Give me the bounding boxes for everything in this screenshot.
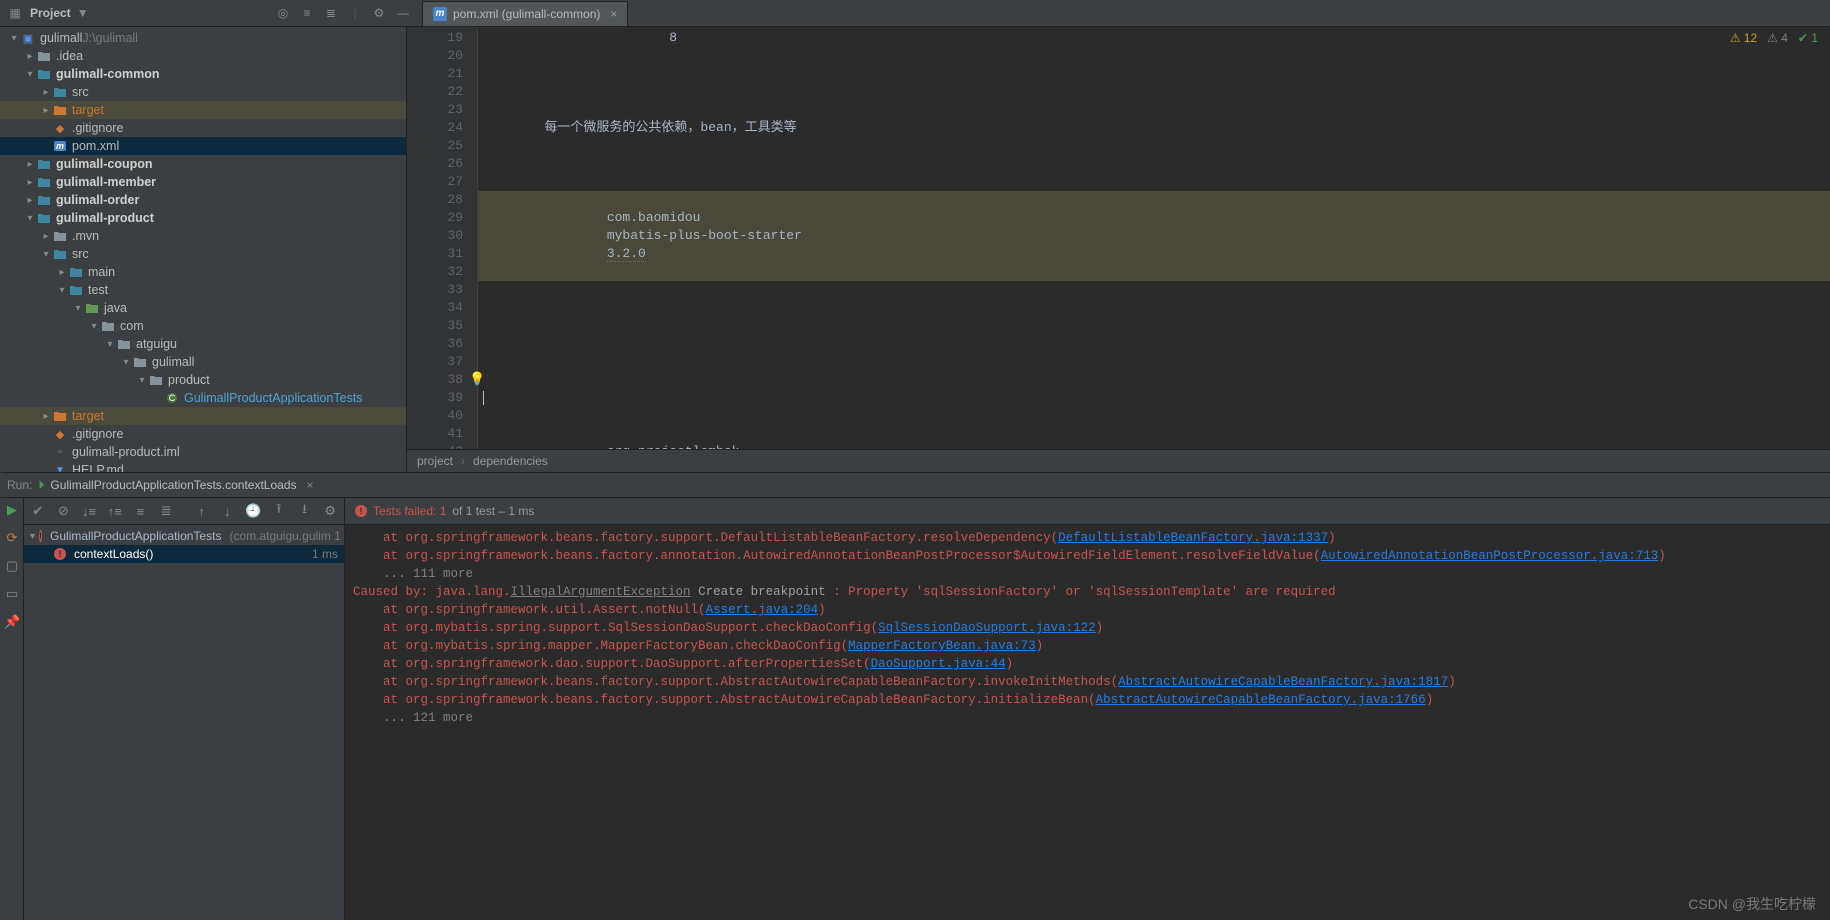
tree-node[interactable]: mpom.xml <box>0 137 406 155</box>
test-child[interactable]: ! contextLoads() 1 ms <box>24 545 344 563</box>
watermark: CSDN @我生吃柠檬 <box>1688 894 1816 914</box>
prev-icon[interactable]: ↑ <box>194 504 210 519</box>
typo-indicator[interactable]: ✔ 1 <box>1798 31 1818 45</box>
warning-indicator[interactable]: ⚠ 12 <box>1730 31 1757 45</box>
test-root[interactable]: ▾ ! GulimallProductApplicationTests (com… <box>24 527 344 545</box>
stacktrace[interactable]: at org.springframework.beans.factory.sup… <box>345 525 1830 731</box>
tree-node[interactable]: ▫gulimall-product.iml <box>0 443 406 461</box>
collapse-icon[interactable]: ≣ <box>158 503 174 519</box>
tree-node[interactable]: ▾atguigu <box>0 335 406 353</box>
editor-breadcrumb[interactable]: project › dependencies <box>407 449 1830 472</box>
tree-node[interactable]: ◆.gitignore <box>0 425 406 443</box>
show-passed-icon[interactable]: ✔ <box>30 503 46 519</box>
inspection-indicators[interactable]: ⚠ 12 ⚠ 4 ✔ 1 <box>1730 31 1818 45</box>
project-view-icon[interactable]: ▦ <box>6 4 24 22</box>
run-config-icon: ⏵ <box>38 478 44 493</box>
history-icon[interactable]: 🕘 <box>245 503 261 519</box>
run-left-toolbar: ▶ ⟳ ▢ ▭ 📌 <box>1 498 24 920</box>
tree-node[interactable]: ▸.idea <box>0 47 406 65</box>
tests-failed-label: Tests failed: 1 <box>373 504 446 518</box>
tree-node[interactable]: ▾product <box>0 371 406 389</box>
close-tab-icon[interactable]: × <box>610 7 617 21</box>
editor-gutter[interactable]: 1920212223242526272829303132333435363738… <box>407 27 478 449</box>
export-icon[interactable]: ⭱ <box>271 500 287 522</box>
sort-icon[interactable]: ↓≡ <box>81 504 97 519</box>
project-panel-title[interactable]: Project <box>30 6 71 20</box>
run-config-name[interactable]: GulimallProductApplicationTests.contextL… <box>50 478 296 492</box>
editor-code[interactable]: 8 每一个微服务的公共依赖，bean，工具类等 com.baomidou myb… <box>478 27 1830 449</box>
tree-node[interactable]: ▾com <box>0 317 406 335</box>
tree-node[interactable]: ▾▣gulimall J:\gulimall <box>0 29 406 47</box>
chevron-right-icon: › <box>461 454 465 468</box>
tree-node[interactable]: ▸target <box>0 407 406 425</box>
tree-node[interactable]: ▾gulimall-common <box>0 65 406 83</box>
tree-node[interactable]: ▸gulimall-coupon <box>0 155 406 173</box>
tree-node[interactable]: ▸target <box>0 101 406 119</box>
run-label: Run: <box>7 478 32 492</box>
editor-tabbar: m pom.xml (gulimall-common) × <box>418 0 1830 27</box>
error-icon: ! <box>54 548 66 560</box>
project-toolbar: ▦ Project ▼ ◎ ≡ ≣ | ⚙ — <box>0 0 418 27</box>
tree-node[interactable]: ▾java <box>0 299 406 317</box>
editor-tab-label: pom.xml (gulimall-common) <box>453 7 600 21</box>
tree-node[interactable]: ▾test <box>0 281 406 299</box>
expand-all-icon[interactable]: ≡ <box>298 4 316 22</box>
rerun-icon[interactable]: ▶ <box>4 502 20 518</box>
next-icon[interactable]: ↓ <box>219 504 235 519</box>
tree-node[interactable]: ▸gulimall-order <box>0 191 406 209</box>
run-toolwindow-header: Run: ⏵ GulimallProductApplicationTests.c… <box>1 472 1830 498</box>
breadcrumb-item[interactable]: project <box>417 454 453 468</box>
expand-icon[interactable]: ≡ <box>133 504 149 519</box>
weak-warning-indicator[interactable]: ⚠ 4 <box>1767 31 1788 45</box>
maven-file-icon: m <box>433 7 447 21</box>
layout-icon[interactable]: ▭ <box>4 586 20 602</box>
pin-icon[interactable]: 📌 <box>4 614 20 630</box>
test-gear-icon[interactable]: ⚙ <box>322 503 338 519</box>
gear-icon[interactable]: ⚙ <box>370 4 388 22</box>
breadcrumb-item[interactable]: dependencies <box>473 454 548 468</box>
collapse-all-icon[interactable]: ≣ <box>322 4 340 22</box>
sort2-icon[interactable]: ↑≡ <box>107 504 123 519</box>
tree-node[interactable]: CGulimallProductApplicationTests <box>0 389 406 407</box>
close-run-tab-icon[interactable]: × <box>307 478 314 492</box>
tree-node[interactable]: ▾src <box>0 245 406 263</box>
show-ignored-icon[interactable]: ⊘ <box>56 503 72 519</box>
stop-icon[interactable]: ▢ <box>4 558 20 574</box>
tree-node[interactable]: ▸gulimall-member <box>0 173 406 191</box>
tree-node[interactable]: ▸main <box>0 263 406 281</box>
locate-icon[interactable]: ◎ <box>274 4 292 22</box>
import-icon[interactable]: ⭳ <box>297 500 313 522</box>
tree-node[interactable]: ▸src <box>0 83 406 101</box>
tree-node[interactable]: ◆.gitignore <box>0 119 406 137</box>
tree-node[interactable]: ▸.mvn <box>0 227 406 245</box>
tree-node[interactable]: ▾gulimall-product <box>0 209 406 227</box>
tree-node[interactable]: ▾gulimall <box>0 353 406 371</box>
toggle-auto-icon[interactable]: ⟳ <box>4 530 20 546</box>
editor-tab-pom[interactable]: m pom.xml (gulimall-common) × <box>422 1 628 26</box>
hide-icon[interactable]: — <box>394 4 412 22</box>
error-icon: ! <box>355 505 367 517</box>
error-icon: ! <box>39 530 42 542</box>
test-output-panel: ! Tests failed: 1 of 1 test – 1 ms at or… <box>345 498 1830 920</box>
test-tree-panel: ✔ ⊘ ↓≡ ↑≡ ≡ ≣ ↑ ↓ 🕘 ⭱ ⭳ ⚙ <box>24 498 345 920</box>
